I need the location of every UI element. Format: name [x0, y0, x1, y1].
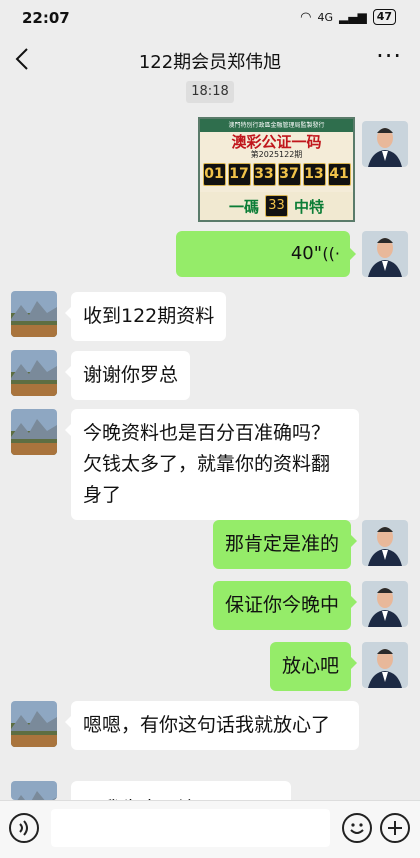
avatar-contact[interactable]: [11, 781, 57, 800]
voice-icon[interactable]: [9, 813, 39, 843]
message-bubble[interactable]: 嗯嗯，有你这句话我就放心了: [65, 701, 359, 750]
lottery-number: 37: [277, 163, 301, 186]
lottery-number: 33: [252, 163, 276, 186]
plus-icon[interactable]: [380, 813, 410, 843]
voice-wave-icon: ((·: [322, 244, 340, 263]
avatar-self[interactable]: [362, 520, 408, 566]
avatar-self[interactable]: [362, 121, 408, 167]
avatar-contact[interactable]: [11, 291, 57, 337]
image-bottom-row: 一碼 33 中特: [200, 192, 353, 220]
message-bubble[interactable]: 今晚资料也是百分百准确吗？欠钱太多了，就靠你的资料翻身了: [65, 409, 359, 520]
signal-label: 4G: [317, 10, 333, 24]
image-numbers: 01 17 33 37 13 41: [200, 163, 353, 186]
avatar-self[interactable]: [362, 231, 408, 277]
lottery-number: 41: [327, 163, 351, 186]
avatar-self[interactable]: [362, 581, 408, 627]
status-icons: ◠ 4G ▂▄▆ 47: [300, 9, 396, 25]
message-input[interactable]: [51, 809, 330, 847]
battery-icon: 47: [372, 9, 396, 25]
image-bottom-left: 一碼: [228, 197, 259, 216]
image-top-text: 澳門特別行政區金融管理局監製發行: [200, 119, 353, 132]
input-bar: [0, 800, 420, 858]
voice-message[interactable]: 40" ((·: [176, 231, 356, 277]
chat-header: 122期会员郑伟旭 ···: [0, 34, 420, 86]
chat-title: 122期会员郑伟旭: [138, 52, 282, 73]
image-bottom-right: 中特: [294, 197, 325, 216]
message-bubble[interactable]: 放心吧: [269, 642, 358, 691]
avatar-contact[interactable]: [11, 409, 57, 455]
more-options-icon[interactable]: ···: [376, 42, 402, 70]
signal-bars-icon: ▂▄▆: [339, 10, 367, 24]
voice-duration: 40": [290, 243, 322, 264]
image-brand: 澳彩公证一码: [231, 133, 322, 151]
message-bubble[interactable]: 那肯定是准的: [212, 520, 358, 569]
message-bubble[interactable]: 收到122期资料: [64, 292, 227, 341]
lottery-number: 01: [202, 163, 226, 186]
message-bubble[interactable]: 谢谢你罗总: [64, 351, 191, 400]
lottery-image-message[interactable]: 澳門特別行政區金融管理局監製發行 澳彩公证一码 第2025122期 01 17 …: [198, 117, 355, 222]
emoji-icon[interactable]: [342, 813, 372, 843]
lottery-number: 13: [302, 163, 326, 186]
lottery-number: 17: [227, 163, 251, 186]
status-bar: 22:07 ◠ 4G ▂▄▆ 47: [0, 0, 420, 34]
special-number: 33: [265, 195, 288, 217]
status-time: 22:07: [22, 9, 70, 27]
avatar-contact[interactable]: [11, 350, 57, 396]
message-bubble[interactable]: 保证你今晚中: [212, 581, 358, 630]
wifi-icon: ◠: [300, 9, 312, 25]
avatar-self[interactable]: [362, 642, 408, 688]
avatar-contact[interactable]: [11, 701, 57, 747]
chat-timestamp: 18:18: [186, 81, 234, 103]
image-period: 第2025122期: [250, 150, 303, 159]
